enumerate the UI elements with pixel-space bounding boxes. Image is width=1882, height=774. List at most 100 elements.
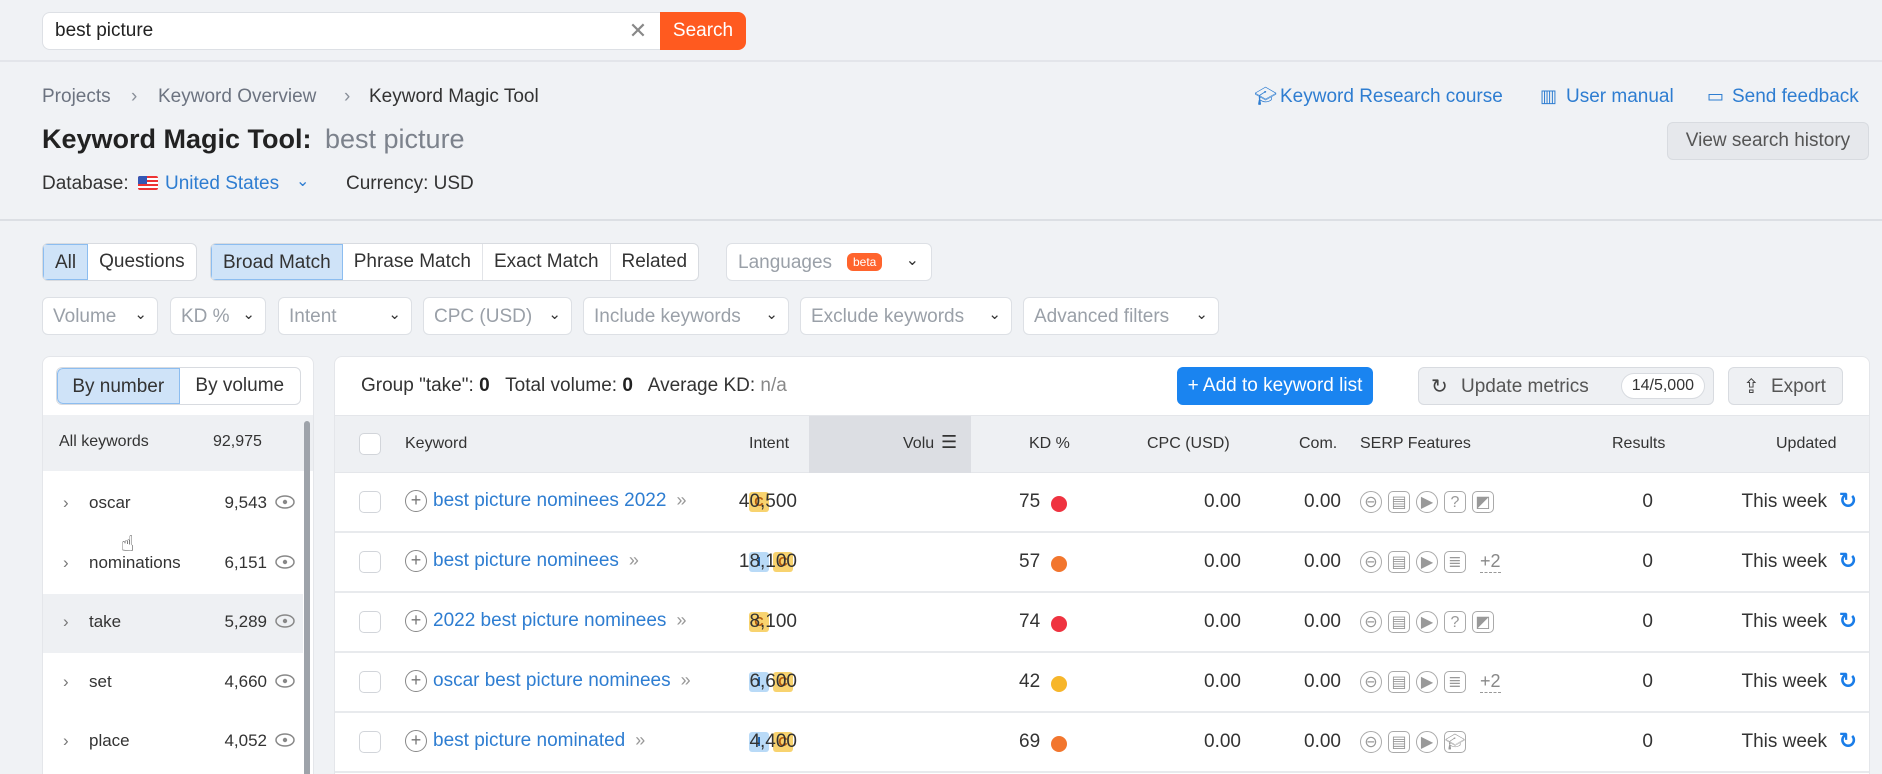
volume-filter[interactable]: Volume ⌄	[42, 297, 158, 335]
add-keyword-icon[interactable]: +	[405, 610, 427, 632]
serp-more-link[interactable]: +2	[1480, 551, 1501, 573]
tab-broad-match[interactable]: Broad Match	[211, 244, 343, 280]
sidebar-group-take[interactable]: › take 5,289	[43, 594, 303, 653]
group-count: 4,052	[224, 731, 267, 750]
database-label: Database:	[42, 173, 129, 194]
keyword-link[interactable]: 2022 best picture nominees»	[433, 610, 686, 632]
chevron-right-icon[interactable]: ›	[63, 731, 69, 751]
col-intent[interactable]: Intent	[749, 435, 789, 453]
keyword-research-course-link[interactable]: Keyword Research course	[1280, 86, 1503, 108]
row-checkbox[interactable]	[359, 671, 381, 693]
chevron-right-icon[interactable]: ›	[63, 553, 69, 573]
eye-icon[interactable]	[275, 554, 295, 569]
cpc-filter[interactable]: CPC (USD) ⌄	[423, 297, 572, 335]
add-keyword-icon[interactable]: +	[405, 670, 427, 692]
sidebar-scrollbar[interactable]	[304, 421, 310, 774]
include-keywords-filter[interactable]: Include keywords ⌄	[583, 297, 789, 335]
breadcrumb-projects[interactable]: Projects	[42, 86, 111, 108]
group-name: nominations	[89, 552, 181, 572]
knowledge-panel-icon: ▤	[1388, 491, 1410, 513]
col-volume[interactable]: Volu	[903, 435, 934, 453]
tab-by-volume[interactable]: By volume	[180, 368, 301, 404]
keyword-link[interactable]: best picture nominated»	[433, 730, 645, 752]
languages-dropdown[interactable]: Languages beta ⌄	[726, 243, 932, 281]
keyword-overview-icon[interactable]: »	[676, 490, 686, 510]
tab-all[interactable]: All	[43, 244, 89, 280]
cpc-value: 0.00	[1204, 731, 1241, 752]
row-checkbox[interactable]	[359, 491, 381, 513]
user-manual-link[interactable]: User manual	[1566, 86, 1674, 108]
col-com[interactable]: Com.	[1299, 435, 1337, 453]
eye-icon[interactable]	[275, 495, 295, 509]
languages-label: Languages	[738, 252, 833, 273]
all-keywords-row[interactable]: All keywords 92,975	[43, 415, 313, 471]
tab-exact-match[interactable]: Exact Match	[483, 244, 611, 280]
col-keyword[interactable]: Keyword	[405, 435, 467, 453]
sidebar-group-nominations[interactable]: › nominations 6,151	[43, 535, 303, 594]
serp-features: ⊖ ▤ ▶? ◩	[1360, 611, 1494, 633]
col-serp-features[interactable]: SERP Features	[1360, 435, 1471, 453]
search-button[interactable]: Search	[660, 12, 746, 50]
tab-related[interactable]: Related	[611, 244, 698, 280]
tab-questions[interactable]: Questions	[88, 244, 196, 280]
add-keyword-icon[interactable]: +	[405, 550, 427, 572]
chevron-right-icon[interactable]: ›	[63, 493, 69, 513]
select-all-checkbox[interactable]	[359, 433, 381, 455]
sort-descending-icon[interactable]: ☰	[941, 432, 957, 453]
keyword-link[interactable]: best picture nominees»	[433, 550, 639, 572]
eye-icon[interactable]	[275, 733, 295, 747]
refresh-icon[interactable]: ↻	[1839, 728, 1857, 754]
tab-by-number[interactable]: By number	[57, 368, 180, 404]
row-checkbox[interactable]	[359, 551, 381, 573]
add-keyword-icon[interactable]: +	[405, 490, 427, 512]
update-metrics-button[interactable]: ↻ Update metrics 14/5,000	[1418, 367, 1714, 405]
all-keywords-count: 92,975	[213, 433, 262, 450]
database-selector[interactable]: United States	[165, 173, 279, 195]
col-cpc[interactable]: CPC (USD)	[1147, 435, 1230, 453]
keyword-link[interactable]: best picture nominees 2022»	[433, 490, 686, 512]
export-button[interactable]: ⇪ Export	[1728, 367, 1843, 405]
volume-value: 4,400	[749, 731, 797, 752]
breadcrumb-keyword-overview[interactable]: Keyword Overview	[158, 86, 316, 108]
clear-search-icon[interactable]: ✕	[626, 18, 650, 44]
eye-icon[interactable]	[275, 673, 295, 688]
keyword-overview-icon[interactable]: »	[676, 610, 686, 630]
refresh-icon[interactable]: ↻	[1839, 488, 1857, 514]
advanced-filters[interactable]: Advanced filters ⌄	[1023, 297, 1219, 335]
add-keyword-icon[interactable]: +	[405, 730, 427, 752]
add-to-keyword-list-button[interactable]: + Add to keyword list	[1177, 367, 1373, 405]
sidebar-group-set[interactable]: › set 4,660	[43, 654, 303, 713]
sidebar-group-oscar[interactable]: › oscar 9,543	[43, 475, 303, 534]
col-updated[interactable]: Updated	[1776, 435, 1837, 453]
chevron-right-icon[interactable]: ›	[63, 612, 69, 632]
cpc-value: 0.00	[1204, 551, 1241, 572]
keyword-overview-icon[interactable]: »	[681, 670, 691, 690]
results-value: 0	[1642, 551, 1653, 572]
sidebar-group-place[interactable]: › place 4,052	[43, 713, 303, 772]
col-kd[interactable]: KD %	[1029, 435, 1070, 453]
send-feedback-link[interactable]: Send feedback	[1732, 86, 1859, 108]
intent-filter[interactable]: Intent ⌄	[278, 297, 412, 335]
kd-filter[interactable]: KD % ⌄	[170, 297, 266, 335]
col-results[interactable]: Results	[1612, 435, 1665, 453]
row-checkbox[interactable]	[359, 731, 381, 753]
results-value: 0	[1642, 671, 1653, 692]
exclude-keywords-filter[interactable]: Exclude keywords ⌄	[800, 297, 1012, 335]
eye-icon[interactable]	[275, 614, 295, 628]
keyword-overview-icon[interactable]: »	[635, 730, 645, 750]
keyword-overview-icon[interactable]: »	[629, 550, 639, 570]
row-checkbox[interactable]	[359, 611, 381, 633]
search-input[interactable]	[55, 13, 615, 49]
table-row: + best picture nominated» I C 4,400 69 0.00 0.0…	[335, 713, 1869, 773]
keyword-link[interactable]: oscar best picture nominees»	[433, 670, 691, 692]
view-search-history-button[interactable]: View search history	[1667, 122, 1869, 160]
refresh-icon[interactable]: ↻	[1839, 608, 1857, 634]
tab-phrase-match[interactable]: Phrase Match	[343, 244, 483, 280]
chevron-right-icon[interactable]: ›	[63, 672, 69, 692]
chevron-down-icon[interactable]: ⌄	[296, 171, 309, 191]
serp-more-link[interactable]: +2	[1480, 671, 1501, 693]
group-label: Group "take":	[361, 375, 474, 396]
refresh-icon[interactable]: ↻	[1839, 548, 1857, 574]
breadcrumb-separator-icon: ›	[344, 86, 351, 107]
refresh-icon[interactable]: ↻	[1839, 668, 1857, 694]
